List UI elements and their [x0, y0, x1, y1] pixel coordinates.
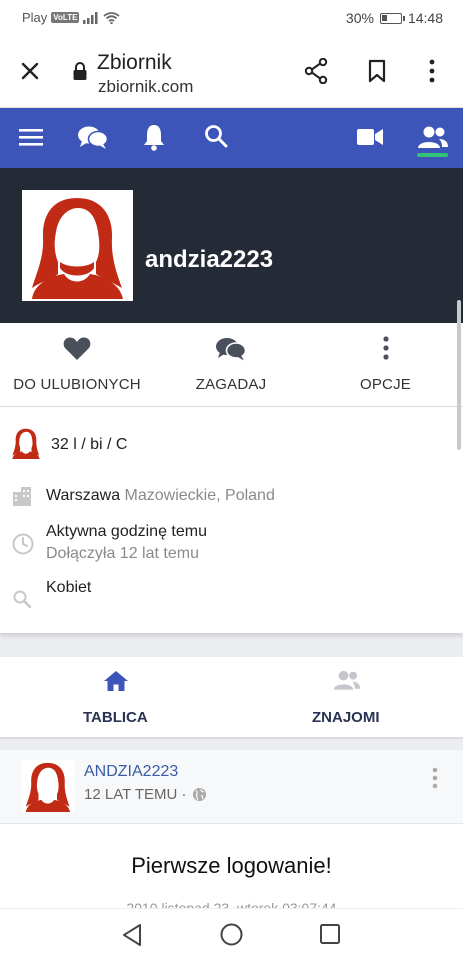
signal-icon [83, 11, 99, 24]
friends-icon [333, 670, 361, 690]
page-url[interactable]: zbiornik.com [98, 77, 193, 97]
wall-post: ANDZIA2223 12 LAT TEMU · Pierwsze logowa… [0, 750, 463, 908]
close-icon[interactable] [20, 61, 40, 81]
activity-row: Aktywna godzinę temu Dołączyła 12 lat te… [0, 521, 463, 567]
post-meta: 12 LAT TEMU · [84, 786, 207, 803]
wifi-icon [103, 11, 121, 24]
chat-button[interactable]: ZAGADAJ [154, 323, 308, 407]
building-icon [12, 486, 32, 506]
post-header: ANDZIA2223 12 LAT TEMU · [0, 750, 463, 824]
tab-wall[interactable]: TABLICA [0, 657, 231, 739]
post-more-icon[interactable] [431, 767, 439, 789]
gender-age-text: 32 l / bi / C [51, 436, 128, 453]
active-tab-indicator [417, 153, 448, 157]
menu-icon[interactable] [19, 128, 43, 146]
female-avatar-icon [10, 427, 42, 459]
android-navigation-bar [0, 908, 463, 960]
city-text: Warszawa [46, 487, 121, 504]
looking-for-text: Kobiet [46, 579, 92, 596]
browser-toolbar: Zbiornik zbiornik.com [0, 36, 463, 108]
more-vert-icon[interactable] [428, 59, 436, 83]
options-label: OPCJE [359, 376, 411, 393]
share-icon[interactable] [304, 58, 328, 84]
tab-friends-label: ZNAJOMI [312, 709, 380, 726]
chat-icon[interactable] [77, 124, 109, 152]
joined-text: Dołączyła 12 lat temu [46, 545, 199, 562]
avatar[interactable] [22, 190, 133, 301]
scrollbar[interactable] [457, 300, 461, 450]
tab-wall-label: TABLICA [83, 709, 148, 726]
post-time-text: 12 LAT TEMU · [84, 786, 187, 803]
app-navbar [0, 108, 463, 168]
post-title: Pierwsze logowanie! [131, 853, 332, 878]
lock-icon [72, 62, 88, 80]
location-row: Warszawa Mazowieckie, Poland [0, 483, 463, 509]
more-vert-icon [382, 336, 390, 360]
region-text: Mazowieckie, Poland [124, 487, 275, 504]
home-icon [103, 670, 129, 692]
post-author-avatar[interactable] [22, 760, 74, 812]
chat-label: ZAGADAJ [195, 376, 267, 393]
battery-percent: 30% [345, 10, 374, 26]
options-button[interactable]: OPCJE [308, 323, 463, 407]
add-favorite-label: DO ULUBIONYCH [13, 376, 141, 393]
carrier-label: Play [22, 10, 48, 25]
status-bar: Play VoLTE 30% 14:48 [0, 0, 463, 36]
chat-icon [215, 336, 247, 363]
profile-info: 32 l / bi / C Warszawa Mazowieckie, Pola… [0, 407, 463, 633]
heart-icon [63, 336, 91, 361]
battery-icon [379, 12, 405, 24]
bell-icon[interactable] [142, 123, 166, 151]
profile-tabs: TABLICA ZNAJOMI [0, 657, 463, 739]
last-active-text: Aktywna godzinę temu [46, 523, 207, 540]
post-date: 2010 listopad 23, wtorek 03:07:44 [126, 900, 337, 908]
friends-icon[interactable] [417, 126, 449, 148]
profile-username: andzia2223 [145, 246, 274, 273]
clock: 14:48 [407, 10, 443, 26]
globe-icon [192, 787, 207, 802]
recents-icon[interactable] [320, 924, 340, 944]
post-author-link[interactable]: ANDZIA2223 [84, 763, 178, 781]
page-title: Zbiornik [97, 51, 172, 74]
gender-row: 32 l / bi / C [0, 427, 463, 461]
back-icon[interactable] [121, 923, 143, 947]
clock-icon [12, 533, 34, 555]
profile-header: andzia2223 [0, 168, 463, 323]
looking-for-row: Kobiet [0, 577, 463, 609]
search-icon [12, 589, 32, 609]
search-icon[interactable] [204, 124, 228, 148]
tab-friends[interactable]: ZNAJOMI [231, 657, 462, 739]
video-icon[interactable] [357, 128, 383, 146]
profile-actions: DO ULUBIONYCH ZAGADAJ OPCJE [0, 323, 463, 407]
bookmark-icon[interactable] [368, 59, 386, 83]
volte-badge: VoLTE [51, 12, 80, 23]
home-circle-icon[interactable] [220, 923, 243, 946]
add-favorite-button[interactable]: DO ULUBIONYCH [0, 323, 154, 407]
